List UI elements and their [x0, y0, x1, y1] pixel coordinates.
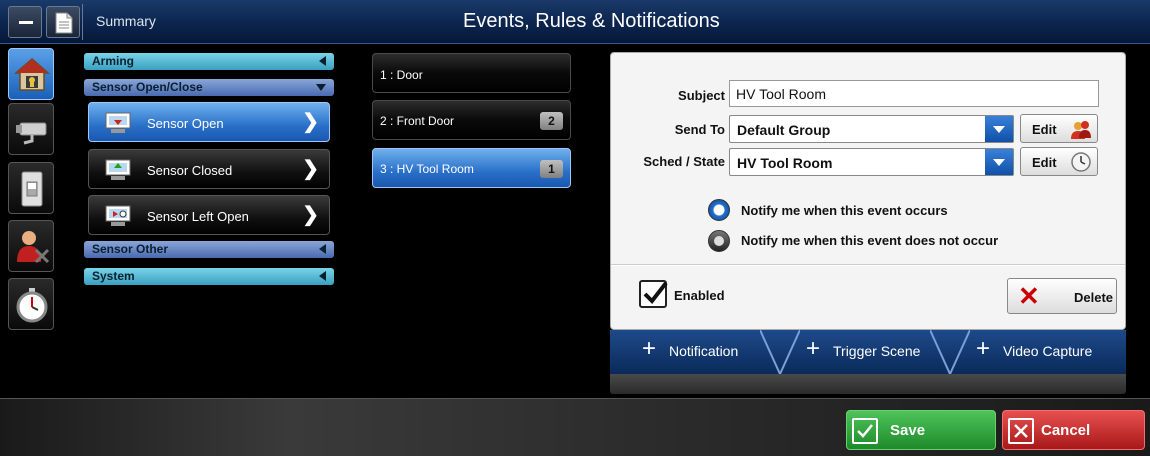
category-sensor-open-close-label: Sensor Open/Close	[92, 80, 203, 94]
send-to-select[interactable]: Default Group	[729, 115, 1014, 143]
rule-detail-panel: Subject HV Tool Room Send To Default Gro…	[610, 52, 1126, 330]
plus-icon: +	[976, 335, 991, 362]
enabled-checkbox[interactable]	[639, 280, 668, 308]
sensor-open-icon	[105, 112, 131, 133]
delete-x-icon: ✕	[1018, 281, 1040, 311]
timers-button[interactable]	[8, 278, 54, 330]
event-type-label: Sensor Open	[147, 116, 224, 131]
cancel-label: Cancel	[1041, 422, 1091, 439]
sched-state-select[interactable]: HV Tool Room	[729, 148, 1014, 176]
checkmark-icon	[643, 281, 668, 305]
security-home-button[interactable]	[8, 48, 54, 100]
collapse-left-icon	[319, 271, 326, 281]
tab-label: Trigger Scene	[833, 343, 921, 359]
panel-divider	[611, 264, 1125, 266]
category-sensor-open-close[interactable]: Sensor Open/Close	[84, 79, 334, 96]
group-icon	[1071, 121, 1091, 139]
camera-icon	[16, 122, 47, 145]
event-rule-item[interactable]: 1 : Door	[372, 53, 571, 93]
summary-button[interactable]	[46, 6, 80, 38]
title-bar: Summary Events, Rules & Notifications	[0, 0, 1150, 44]
event-type-label: Sensor Left Open	[147, 209, 249, 224]
subject-input[interactable]: HV Tool Room	[729, 80, 1099, 107]
notification-count-badge: 2	[540, 112, 563, 130]
delete-label: Delete	[1074, 290, 1114, 305]
page-title: Events, Rules & Notifications	[463, 10, 720, 32]
clock-icon	[1071, 152, 1091, 172]
checkmark-box-icon	[852, 418, 878, 444]
notify-occurs-label[interactable]: Notify me when this event occurs	[741, 203, 948, 218]
header-divider	[82, 4, 83, 40]
save-label: Save	[890, 422, 926, 439]
sensor-left-open-icon	[105, 205, 131, 226]
cancel-button[interactable]: Cancel	[1002, 410, 1145, 450]
enabled-label: Enabled	[674, 288, 725, 303]
sched-state-label: Sched / State	[643, 154, 725, 169]
event-rule-item[interactable]: 2 : Front Door 2	[372, 100, 571, 140]
tabs-footer	[610, 374, 1126, 394]
dropdown-arrow-icon[interactable]	[985, 116, 1013, 142]
event-type-label: Sensor Closed	[147, 163, 233, 178]
cameras-button[interactable]	[8, 103, 54, 155]
expand-down-icon	[316, 84, 326, 91]
send-to-value: Default Group	[737, 122, 831, 138]
plus-icon: +	[642, 335, 657, 362]
category-arming[interactable]: Arming	[84, 53, 334, 70]
sched-state-value: HV Tool Room	[737, 155, 833, 171]
tab-divider	[760, 330, 800, 374]
event-rule-label: 2 : Front Door	[380, 114, 455, 128]
category-sensor-other[interactable]: Sensor Other	[84, 241, 334, 258]
users-button[interactable]	[8, 220, 54, 272]
send-to-label: Send To	[674, 122, 725, 137]
subject-label: Subject	[678, 88, 725, 103]
switches-button[interactable]	[8, 162, 54, 214]
collapse-left-icon	[319, 56, 326, 66]
event-type-sensor-closed[interactable]: Sensor Closed ❯	[88, 149, 330, 189]
edit-send-to-button[interactable]: Edit	[1020, 114, 1098, 143]
edit-label: Edit	[1032, 155, 1057, 170]
save-button[interactable]: Save	[846, 410, 996, 450]
delete-button[interactable]: ✕ Delete	[1007, 278, 1117, 314]
category-sensor-other-label: Sensor Other	[92, 242, 169, 256]
event-type-sensor-left-open[interactable]: Sensor Left Open ❯	[88, 195, 330, 235]
security-home-icon	[14, 58, 50, 91]
event-rule-label: 3 : HV Tool Room	[380, 162, 474, 176]
sensor-closed-icon	[105, 159, 131, 180]
edit-label: Edit	[1032, 122, 1057, 137]
notify-not-occurs-radio[interactable]	[708, 230, 730, 252]
tab-label: Notification	[669, 343, 739, 359]
notify-not-occurs-label[interactable]: Notify me when this event does not occur	[741, 233, 998, 248]
dropdown-arrow-icon[interactable]	[985, 149, 1013, 175]
stopwatch-icon	[16, 288, 48, 323]
edit-schedule-button[interactable]: Edit	[1020, 147, 1098, 176]
notify-occurs-radio[interactable]	[708, 199, 730, 221]
category-system-label: System	[92, 269, 135, 283]
chevron-right-icon: ❯	[302, 111, 319, 133]
notification-count-badge: 1	[540, 160, 563, 178]
chevron-right-icon: ❯	[302, 204, 319, 226]
event-rule-item[interactable]: 3 : HV Tool Room 1	[372, 148, 571, 188]
event-type-sensor-open[interactable]: Sensor Open ❯	[88, 102, 330, 142]
collapse-left-icon	[319, 244, 326, 254]
footer-bar: Save Cancel	[0, 398, 1150, 456]
action-tabs: + Notification + Trigger Scene + Video C…	[610, 330, 1126, 374]
close-box-icon	[1008, 418, 1034, 444]
summary-label[interactable]: Summary	[96, 13, 156, 29]
category-system[interactable]: System	[84, 268, 334, 285]
user-tools-icon	[17, 231, 50, 264]
document-icon	[55, 12, 73, 34]
tab-divider	[930, 330, 970, 374]
tab-label: Video Capture	[1003, 343, 1093, 359]
light-switch-icon	[21, 171, 43, 207]
category-arming-label: Arming	[92, 54, 134, 68]
event-rule-label: 1 : Door	[380, 68, 423, 82]
chevron-right-icon: ❯	[302, 158, 319, 180]
menu-button[interactable]	[8, 6, 42, 38]
plus-icon: +	[806, 335, 821, 362]
